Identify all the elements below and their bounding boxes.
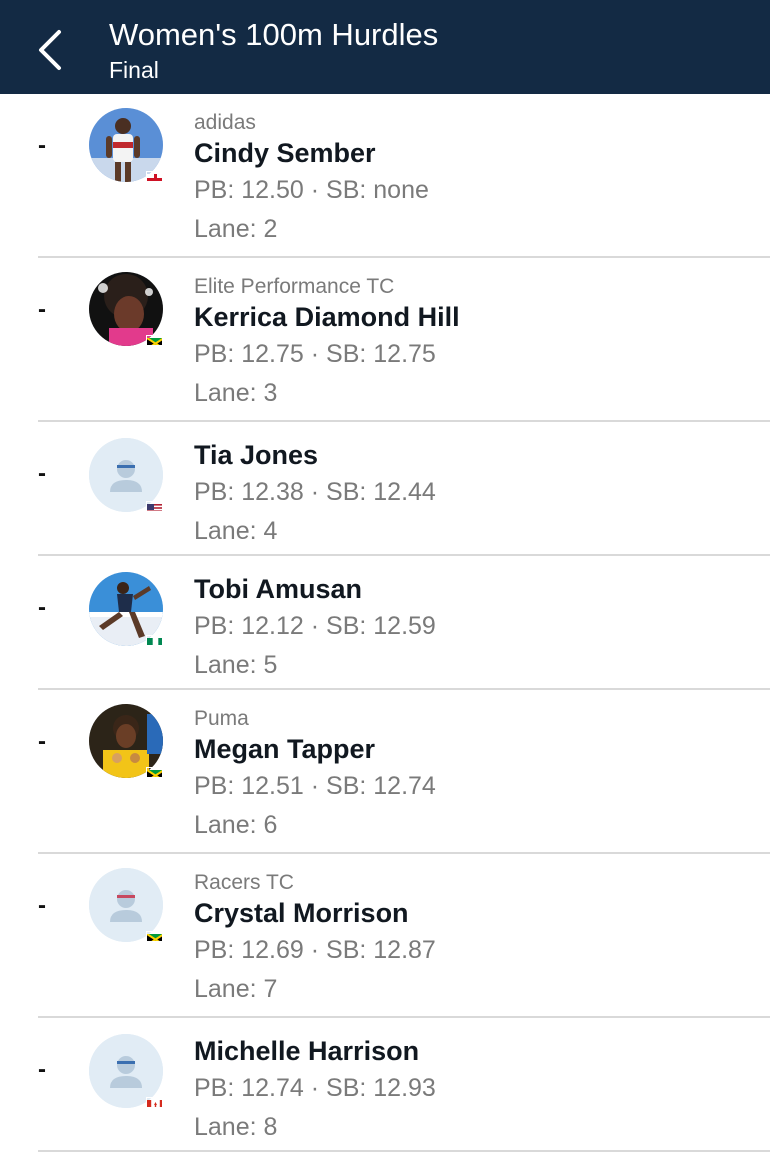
athlete-bests: PB: 12.38 · SB: 12.44 xyxy=(194,478,436,506)
rank-value: - xyxy=(38,296,46,323)
back-button[interactable] xyxy=(28,22,72,78)
athlete-bests: PB: 12.74 · SB: 12.93 xyxy=(194,1074,436,1102)
rank-value: - xyxy=(38,728,46,755)
athlete-info: adidas Cindy Sember PB: 12.50 · SB: none… xyxy=(194,110,429,245)
athlete-bests: PB: 12.50 · SB: none xyxy=(194,176,429,204)
athlete-info: Tobi Amusan PB: 12.12 · SB: 12.59 Lane: … xyxy=(194,572,436,681)
page-title: Women's 100m Hurdles xyxy=(109,17,439,52)
athlete-avatar xyxy=(89,1034,167,1112)
athlete-lane: Lane: 5 xyxy=(194,651,278,679)
header-titles: Women's 100m Hurdles Final xyxy=(109,17,438,85)
start-list: - adidas Cindy Sember PB: 12.50 · SB: no… xyxy=(0,94,770,1152)
jamaica-flag-icon xyxy=(146,767,163,778)
canada-flag-icon xyxy=(146,1097,163,1108)
athlete-avatar xyxy=(89,108,167,186)
rank-value: - xyxy=(38,460,46,487)
chevron-left-icon xyxy=(39,30,61,70)
athlete-row[interactable]: - Puma Megan Tapper PB: 12.51 · SB: 12.7… xyxy=(0,690,770,854)
athlete-name: Kerrica Diamond Hill xyxy=(194,302,460,332)
athlete-info: Michelle Harrison PB: 12.74 · SB: 12.93 … xyxy=(194,1034,436,1143)
athlete-bests: PB: 12.69 · SB: 12.87 xyxy=(194,936,436,964)
athlete-club: adidas xyxy=(194,111,256,134)
athlete-row[interactable]: - Michelle Harrison PB: 12.74 · SB: 12.9… xyxy=(0,1018,770,1152)
athlete-row[interactable]: - Racers TC Crystal Morrison PB: 12.69 ·… xyxy=(0,854,770,1018)
athlete-avatar xyxy=(89,572,167,650)
athlete-name: Crystal Morrison xyxy=(194,898,409,928)
page-subtitle: Final xyxy=(109,57,159,83)
jamaica-flag-icon xyxy=(146,335,163,346)
nigeria-flag-icon xyxy=(146,635,163,646)
athlete-name: Tobi Amusan xyxy=(194,574,362,604)
rank-value: - xyxy=(38,132,46,159)
england-flag-icon xyxy=(146,171,163,182)
athlete-name: Cindy Sember xyxy=(194,138,376,168)
jamaica-flag-icon xyxy=(146,931,163,942)
athlete-lane: Lane: 2 xyxy=(194,215,278,243)
rank-value: - xyxy=(38,594,46,621)
athlete-club: Puma xyxy=(194,707,249,730)
athlete-row[interactable]: - Tobi Amusan PB: 12.12 · SB: 12.59 Lane… xyxy=(0,556,770,690)
athlete-row[interactable]: - Tia Jones PB: 12.38 · SB: 12.44 Lane: … xyxy=(0,422,770,556)
athlete-name: Megan Tapper xyxy=(194,734,376,764)
athlete-avatar xyxy=(89,438,167,516)
athlete-lane: Lane: 8 xyxy=(194,1113,278,1141)
athlete-avatar xyxy=(89,868,167,946)
app-header: Women's 100m Hurdles Final xyxy=(0,0,770,94)
athlete-info: Elite Performance TC Kerrica Diamond Hil… xyxy=(194,274,460,409)
athlete-club: Racers TC xyxy=(194,871,294,894)
athlete-name: Tia Jones xyxy=(194,440,319,470)
usa-flag-icon xyxy=(146,501,163,512)
athlete-row[interactable]: - Elite Performance TC Kerrica Diamond H… xyxy=(0,258,770,422)
athlete-row[interactable]: - adidas Cindy Sember PB: 12.50 · SB: no… xyxy=(0,94,770,258)
athlete-bests: PB: 12.12 · SB: 12.59 xyxy=(194,612,436,640)
athlete-info: Puma Megan Tapper PB: 12.51 · SB: 12.74 … xyxy=(194,706,436,841)
rank-value: - xyxy=(38,1056,46,1083)
athlete-lane: Lane: 4 xyxy=(194,517,278,545)
athlete-bests: PB: 12.51 · SB: 12.74 xyxy=(194,772,436,800)
athlete-info: Racers TC Crystal Morrison PB: 12.69 · S… xyxy=(194,870,436,1005)
athlete-bests: PB: 12.75 · SB: 12.75 xyxy=(194,340,436,368)
athlete-info: Tia Jones PB: 12.38 · SB: 12.44 Lane: 4 xyxy=(194,438,436,547)
athlete-lane: Lane: 3 xyxy=(194,379,278,407)
athlete-avatar xyxy=(89,704,167,782)
athlete-lane: Lane: 6 xyxy=(194,811,278,839)
rank-value: - xyxy=(38,892,46,919)
athlete-name: Michelle Harrison xyxy=(194,1036,420,1066)
athlete-lane: Lane: 7 xyxy=(194,975,278,1003)
athlete-club: Elite Performance TC xyxy=(194,275,395,298)
athlete-avatar xyxy=(89,272,167,350)
